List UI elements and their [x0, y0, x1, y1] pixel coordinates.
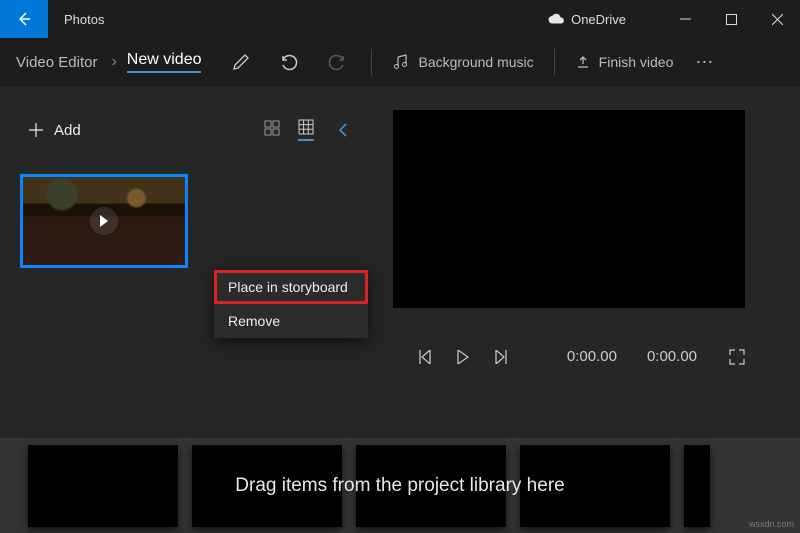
finish-video-button[interactable]: Finish video	[567, 54, 682, 70]
pencil-icon	[232, 53, 250, 71]
step-forward-icon	[495, 350, 507, 364]
grid-3x3-icon	[298, 119, 314, 135]
grid-small-button[interactable]	[264, 120, 280, 140]
add-button[interactable]: Add	[20, 122, 89, 139]
time-total: 0:00.00	[647, 348, 697, 365]
breadcrumb-root[interactable]: Video Editor	[12, 54, 101, 71]
project-library: Add	[0, 86, 368, 438]
onedrive-status[interactable]: OneDrive	[547, 12, 626, 27]
preview-pane: 0:00.00 0:00.00	[368, 86, 800, 438]
collapse-library-button[interactable]	[338, 122, 348, 138]
library-header: Add	[20, 108, 348, 152]
context-remove[interactable]: Remove	[214, 304, 368, 338]
close-button[interactable]	[754, 0, 800, 38]
more-button[interactable]: ⋯	[685, 52, 725, 73]
toolbar: Video Editor › New video Background musi…	[0, 38, 800, 86]
divider	[554, 49, 555, 75]
arrow-left-icon	[16, 11, 32, 27]
window-controls	[662, 0, 800, 38]
video-preview[interactable]	[393, 110, 745, 308]
grid-large-button[interactable]	[298, 119, 314, 141]
player-controls: 0:00.00 0:00.00	[393, 348, 745, 365]
play-icon	[457, 350, 469, 364]
chevron-right-icon: ›	[111, 53, 116, 71]
play-overlay	[90, 207, 118, 235]
storyboard-slot[interactable]	[520, 445, 670, 527]
export-icon	[575, 54, 591, 70]
minimize-button[interactable]	[662, 0, 708, 38]
app-title: Photos	[64, 12, 104, 27]
plus-icon	[28, 122, 44, 138]
background-music-button[interactable]: Background music	[384, 54, 541, 70]
storyboard-slot[interactable]	[356, 445, 506, 527]
finish-label: Finish video	[599, 54, 674, 70]
next-frame-button[interactable]	[495, 350, 507, 364]
view-toggle-group	[264, 119, 348, 141]
previous-frame-button[interactable]	[419, 350, 431, 364]
chevron-left-icon	[338, 122, 348, 138]
watermark: wsxdn.com	[749, 519, 794, 529]
bg-music-label: Background music	[418, 54, 533, 70]
rename-button[interactable]	[219, 53, 263, 71]
grid-2x2-icon	[264, 120, 280, 136]
back-button[interactable]	[0, 0, 48, 38]
storyboard-slot[interactable]	[684, 445, 710, 527]
context-menu: Place in storyboard Remove	[214, 270, 368, 338]
storyboard[interactable]: Drag items from the project library here	[0, 438, 800, 533]
add-label: Add	[54, 122, 81, 139]
expand-icon	[729, 349, 745, 365]
time-current: 0:00.00	[567, 348, 617, 365]
main-area: Add	[0, 86, 800, 438]
fullscreen-button[interactable]	[729, 349, 745, 365]
titlebar: Photos OneDrive	[0, 0, 800, 38]
library-thumbnail[interactable]	[20, 174, 188, 268]
maximize-button[interactable]	[708, 0, 754, 38]
undo-icon	[279, 53, 299, 71]
undo-button[interactable]	[267, 53, 311, 71]
redo-icon	[327, 53, 347, 71]
onedrive-label: OneDrive	[571, 12, 626, 27]
cloud-icon	[547, 13, 565, 25]
step-back-icon	[419, 350, 431, 364]
context-place-in-storyboard[interactable]: Place in storyboard	[214, 270, 368, 304]
redo-button	[315, 53, 359, 71]
play-icon	[99, 215, 109, 227]
storyboard-slot[interactable]	[28, 445, 178, 527]
divider	[371, 49, 372, 75]
play-button[interactable]	[457, 350, 469, 364]
breadcrumb-current[interactable]: New video	[127, 51, 202, 73]
music-icon	[392, 54, 410, 70]
storyboard-slot[interactable]	[192, 445, 342, 527]
